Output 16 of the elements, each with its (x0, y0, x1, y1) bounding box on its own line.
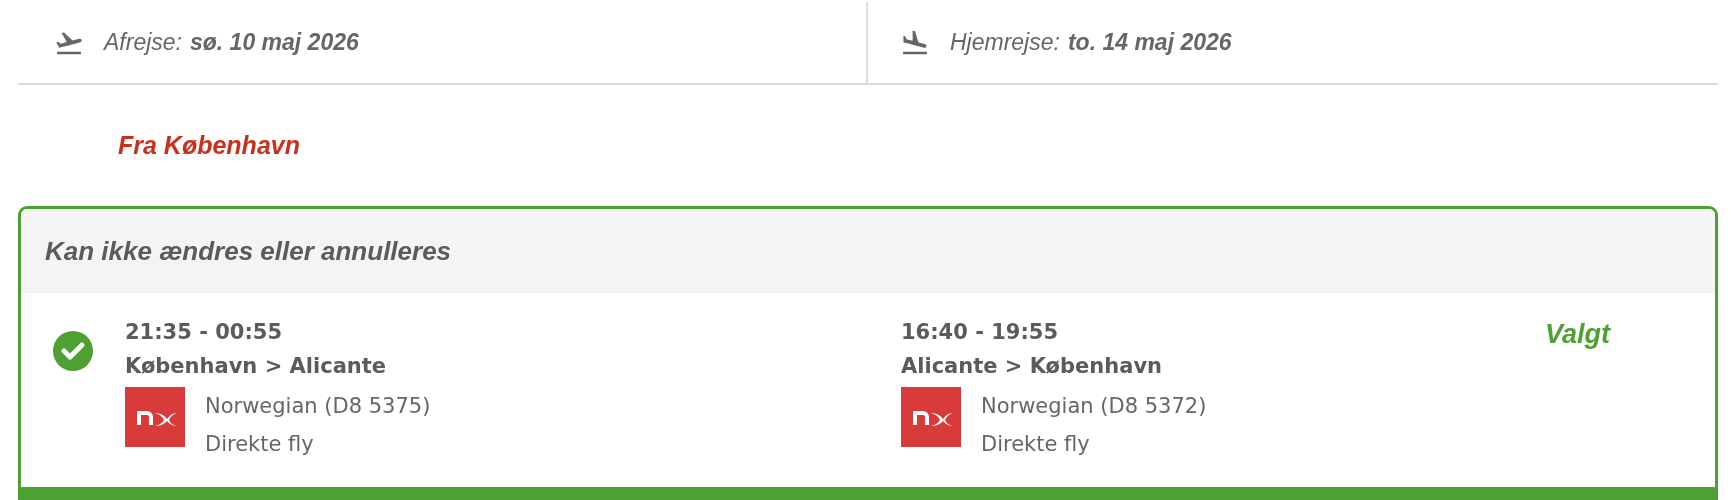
carrier-name: Norwegian (D8 5372) (981, 393, 1207, 420)
origin-heading: Fra København (118, 131, 300, 159)
date-value: sø. 10 maj 2026 (190, 29, 359, 55)
date-label: Hjemrejse: (950, 29, 1060, 55)
flight-time: 16:40 - 19:55 (901, 319, 1060, 346)
flight-route: København > Alicante (125, 353, 388, 380)
carrier-name: Norwegian (D8 5375) (205, 393, 431, 420)
date-value: to. 14 maj 2026 (1067, 29, 1232, 55)
flight-type: Direkte fly (981, 431, 1091, 458)
fare-card[interactable]: Kan ikke ændres eller annulleres 21:35 - 00:55 København > Alicante Norwegian (D8 5375) Direkte fly 16:40 - 19:55 Alicante > København Norwegian (D8 5372) Direkte fly Valgt (18, 206, 1718, 500)
flight-type: Direkte fly (205, 431, 315, 458)
date-label: Afrejse: (104, 29, 182, 55)
fare-title: Kan ikke ændres eller annulleres (45, 235, 452, 267)
flight-route: Alicante > København (901, 353, 1164, 380)
selected-status: Valgt (1545, 319, 1610, 349)
flight-time: 21:35 - 00:55 (125, 319, 284, 346)
